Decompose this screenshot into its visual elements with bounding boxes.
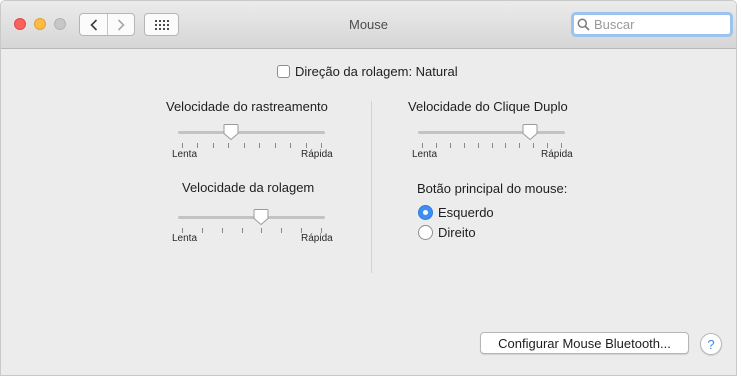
double-click-speed-min-label: Lenta: [412, 149, 438, 160]
slider-tick: [197, 143, 199, 148]
search-input[interactable]: [594, 17, 724, 32]
slider-tick: [321, 143, 322, 148]
scroll-direction-label: Direção da rolagem: Natural: [295, 64, 458, 79]
slider-tick: [477, 143, 479, 148]
radio-left-label: Esquerdo: [438, 205, 494, 220]
double-click-speed-label: Velocidade do Clique Duplo: [408, 99, 568, 114]
radio-right-indicator[interactable]: [418, 225, 433, 240]
tracking-speed-slider[interactable]: [178, 123, 325, 148]
scroll-direction-row[interactable]: Direção da rolagem: Natural: [277, 64, 458, 79]
titlebar: Mouse: [1, 1, 736, 49]
slider-tick: [259, 143, 261, 148]
radio-left[interactable]: Esquerdo: [418, 205, 494, 220]
scroll-speed-label: Velocidade da rolagem: [182, 180, 315, 195]
slider-tick: [435, 143, 437, 148]
slider-tick: [305, 143, 307, 148]
slider-thumb[interactable]: [253, 208, 269, 226]
slider-tick: [519, 143, 521, 148]
radio-right[interactable]: Direito: [418, 225, 476, 240]
slider-tick: [221, 228, 223, 233]
slider-tick: [243, 143, 245, 148]
slider-tick: [261, 228, 263, 233]
help-button[interactable]: ?: [700, 333, 722, 355]
tracking-speed-label: Velocidade do rastreamento: [166, 99, 328, 114]
slider-track: [178, 131, 325, 134]
slider-tick: [228, 143, 230, 148]
slider-tick: [547, 143, 549, 148]
slider-tick: [505, 143, 507, 148]
slider-tick: [561, 143, 562, 148]
search-icon: [577, 18, 590, 31]
slider-tick: [274, 143, 276, 148]
tracking-speed-min-label: Lenta: [172, 149, 198, 160]
preferences-window: Mouse Direção da rolagem: Natural Veloci…: [0, 0, 737, 376]
scroll-speed-slider[interactable]: [178, 208, 325, 233]
slider-tick: [241, 228, 243, 233]
slider-track: [178, 216, 325, 219]
slider-tick: [422, 143, 423, 148]
slider-thumb[interactable]: [223, 123, 239, 141]
slider-thumb[interactable]: [522, 123, 538, 141]
radio-right-label: Direito: [438, 225, 476, 240]
primary-button-label: Botão principal do mouse:: [417, 181, 568, 196]
section-divider: [371, 101, 372, 273]
slider-tick: [201, 228, 203, 233]
radio-left-indicator[interactable]: [418, 205, 433, 220]
slider-tick: [449, 143, 451, 148]
slider-tick: [281, 228, 283, 233]
scroll-speed-min-label: Lenta: [172, 233, 198, 244]
configure-bluetooth-mouse-button[interactable]: Configurar Mouse Bluetooth...: [480, 332, 689, 354]
slider-tick: [491, 143, 493, 148]
double-click-speed-max-label: Rápida: [541, 149, 573, 160]
scroll-speed-max-label: Rápida: [301, 233, 333, 244]
double-click-speed-slider[interactable]: [418, 123, 565, 148]
slider-tick: [533, 143, 535, 148]
slider-tick: [182, 143, 183, 148]
scroll-direction-checkbox[interactable]: [277, 65, 290, 78]
slider-tick: [212, 143, 214, 148]
slider-track: [418, 131, 565, 134]
help-icon: ?: [707, 336, 715, 352]
search-field[interactable]: [571, 12, 733, 37]
slider-tick: [463, 143, 465, 148]
tracking-speed-max-label: Rápida: [301, 149, 333, 160]
slider-tick: [290, 143, 292, 148]
